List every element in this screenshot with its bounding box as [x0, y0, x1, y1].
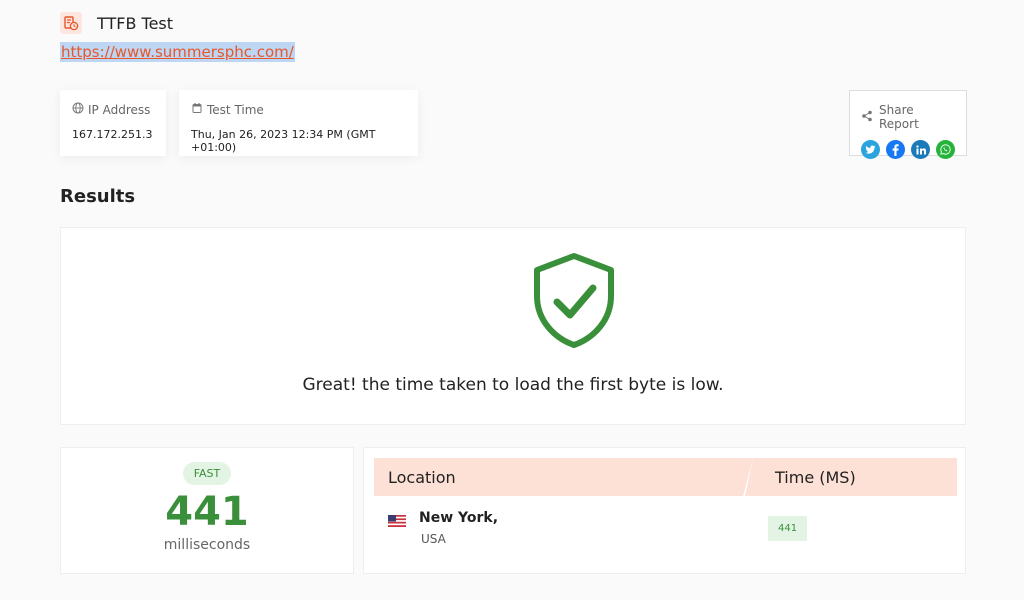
report-clock-icon: [60, 12, 82, 34]
table-row: New York, USA: [388, 510, 498, 546]
result-message: Great! the time taken to load the first …: [302, 375, 724, 395]
test-time-card: Test Time Thu, Jan 26, 2023 12:34 PM (GM…: [179, 90, 418, 156]
ttfb-value: 441: [165, 489, 249, 535]
location-country: USA: [421, 532, 446, 546]
page-title: TTFB Test: [97, 13, 174, 33]
whatsapp-icon[interactable]: [936, 140, 955, 159]
location-table: Location Time (MS) New York, USA 441: [363, 447, 966, 574]
test-time-label-row: Test Time: [191, 102, 406, 117]
shield-check-icon: [531, 252, 617, 354]
column-header-time: Time (MS): [745, 458, 957, 496]
location-time-value: 441: [768, 516, 808, 541]
location-city: New York,: [419, 510, 499, 526]
share-report-card: Share Report: [849, 90, 967, 159]
test-time-value: Thu, Jan 26, 2023 12:34 PM (GMT +01:00): [191, 128, 376, 154]
result-summary-box: Great! the time taken to load the first …: [60, 227, 966, 425]
us-flag-icon: [388, 512, 406, 527]
table-header: Location Time (MS): [374, 458, 957, 496]
ip-address-label-row: IP Address: [72, 102, 154, 117]
share-report-label: Share Report: [879, 103, 919, 131]
test-time-label: Test Time: [207, 102, 264, 117]
twitter-icon[interactable]: [861, 140, 880, 159]
speed-summary-box: FAST 441 milliseconds: [60, 447, 354, 574]
speed-badge: FAST: [182, 462, 232, 485]
ip-address-label: IP Address: [88, 102, 151, 117]
share-report-label-row: Share Report: [861, 103, 955, 131]
location-cell: New York, USA: [419, 510, 498, 546]
share-icon: [861, 110, 879, 125]
results-heading: Results: [60, 186, 136, 207]
ttfb-unit: milliseconds: [163, 537, 251, 553]
linkedin-icon[interactable]: [911, 140, 930, 159]
tested-url-link[interactable]: https://www.summersphc.com/: [60, 42, 295, 62]
ip-address-card: IP Address 167.172.251.3: [60, 90, 166, 156]
facebook-icon[interactable]: [886, 140, 905, 159]
column-header-location: Location: [374, 458, 753, 496]
calendar-icon: [191, 102, 207, 117]
ip-address-value: 167.172.251.3: [72, 128, 153, 141]
page-header: TTFB Test: [60, 12, 173, 34]
social-buttons: [861, 140, 955, 159]
globe-icon: [72, 102, 88, 117]
